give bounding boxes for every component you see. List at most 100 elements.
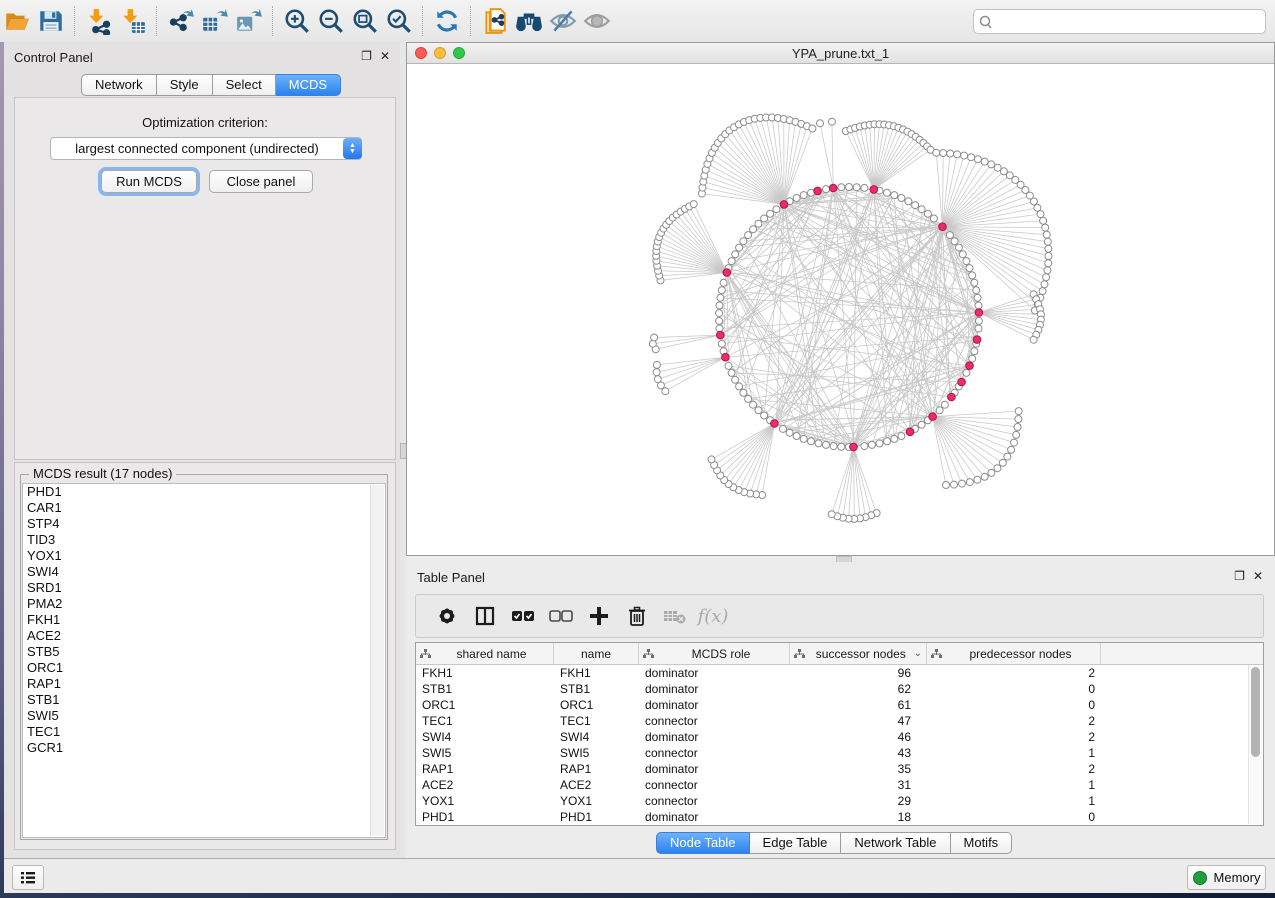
- network-hub-node[interactable]: [722, 353, 730, 361]
- network-node[interactable]: [761, 412, 768, 419]
- network-node[interactable]: [891, 192, 898, 199]
- table-row[interactable]: SWI5SWI5connector431: [416, 745, 1263, 761]
- network-node[interactable]: [905, 198, 912, 205]
- network-canvas[interactable]: [407, 64, 1274, 555]
- network-node[interactable]: [974, 156, 981, 163]
- mcds-result-item[interactable]: CAR1: [23, 500, 385, 516]
- network-node[interactable]: [654, 376, 661, 383]
- network-node[interactable]: [1014, 424, 1021, 431]
- network-hub-node[interactable]: [780, 201, 788, 209]
- network-node[interactable]: [846, 184, 853, 191]
- function-builder-icon[interactable]: f(x): [694, 599, 732, 633]
- network-node[interactable]: [1037, 211, 1044, 218]
- delete-column-icon[interactable]: [618, 599, 656, 633]
- network-node[interactable]: [1043, 274, 1050, 281]
- network-node[interactable]: [975, 325, 982, 332]
- network-node[interactable]: [1045, 245, 1052, 252]
- network-node[interactable]: [1042, 224, 1049, 231]
- network-node[interactable]: [1013, 431, 1020, 438]
- refresh-icon[interactable]: [430, 4, 464, 38]
- network-node[interactable]: [755, 220, 762, 227]
- network-node[interactable]: [750, 401, 757, 408]
- network-node[interactable]: [740, 389, 747, 396]
- table-row[interactable]: PHD1PHD1dominator180: [416, 809, 1263, 825]
- network-node[interactable]: [988, 161, 995, 168]
- mcds-result-item[interactable]: PHD1: [23, 484, 385, 500]
- network-node[interactable]: [959, 480, 966, 487]
- network-node[interactable]: [974, 294, 981, 301]
- network-node[interactable]: [800, 435, 807, 442]
- open-session-icon[interactable]: [0, 4, 34, 38]
- network-node[interactable]: [1039, 288, 1046, 295]
- network-hub-node[interactable]: [948, 393, 956, 401]
- network-node[interactable]: [1015, 416, 1022, 423]
- network-node[interactable]: [918, 421, 925, 428]
- network-hub-node[interactable]: [929, 413, 937, 421]
- minimize-window-button[interactable]: [434, 47, 446, 59]
- column-header-predecessor-nodes[interactable]: predecessor nodes: [927, 643, 1101, 664]
- network-hub-node[interactable]: [723, 269, 731, 277]
- network-file-icon[interactable]: [478, 4, 512, 38]
- task-history-button[interactable]: [12, 865, 44, 890]
- network-node[interactable]: [1043, 231, 1050, 238]
- network-hub-node[interactable]: [906, 428, 914, 436]
- network-node[interactable]: [708, 456, 715, 463]
- network-node[interactable]: [988, 469, 995, 476]
- list-scrollbar[interactable]: [370, 485, 384, 836]
- mcds-result-item[interactable]: SWI5: [23, 708, 385, 724]
- table-row[interactable]: RAP1RAP1dominator352: [416, 761, 1263, 777]
- network-node[interactable]: [951, 238, 958, 245]
- network-node[interactable]: [961, 152, 968, 159]
- close-panel-icon[interactable]: ✕: [380, 49, 390, 63]
- tab-select[interactable]: Select: [213, 74, 276, 96]
- float-panel-icon[interactable]: ❐: [1234, 569, 1245, 583]
- close-window-button[interactable]: [415, 47, 427, 59]
- network-node[interactable]: [1041, 281, 1048, 288]
- network-node[interactable]: [999, 459, 1006, 466]
- network-node[interactable]: [651, 334, 658, 341]
- column-header-successor-nodes[interactable]: successor nodes⌄: [790, 643, 927, 664]
- network-node[interactable]: [718, 340, 725, 347]
- mcds-result-item[interactable]: FKH1: [23, 612, 385, 628]
- mcds-result-item[interactable]: RAP1: [23, 676, 385, 692]
- close-panel-icon[interactable]: ✕: [1253, 569, 1263, 583]
- network-hub-node[interactable]: [814, 187, 822, 195]
- zoom-in-icon[interactable]: [280, 4, 314, 38]
- import-network-icon[interactable]: [82, 4, 116, 38]
- mcds-result-item[interactable]: YOX1: [23, 548, 385, 564]
- network-node[interactable]: [1008, 446, 1015, 453]
- tab-mcds[interactable]: MCDS: [276, 74, 341, 96]
- mcds-result-item[interactable]: TID3: [23, 532, 385, 548]
- network-graph[interactable]: [407, 64, 1274, 555]
- network-node[interactable]: [974, 476, 981, 483]
- hide-selected-icon[interactable]: [546, 4, 580, 38]
- select-all-checkboxes-icon[interactable]: [504, 599, 542, 633]
- network-node[interactable]: [1011, 439, 1018, 446]
- network-node[interactable]: [716, 317, 723, 324]
- mcds-result-item[interactable]: ACE2: [23, 628, 385, 644]
- network-node[interactable]: [955, 244, 962, 251]
- network-node[interactable]: [930, 215, 937, 222]
- network-node[interactable]: [975, 302, 982, 309]
- network-node[interactable]: [808, 438, 815, 445]
- network-node[interactable]: [800, 192, 807, 199]
- delete-table-icon[interactable]: [656, 599, 694, 633]
- network-node[interactable]: [817, 120, 824, 127]
- network-node[interactable]: [869, 441, 876, 448]
- mcds-result-item[interactable]: ORC1: [23, 660, 385, 676]
- deselect-all-checkboxes-icon[interactable]: [542, 599, 580, 633]
- table-row[interactable]: TEC1TEC1connector472: [416, 713, 1263, 729]
- network-node[interactable]: [969, 355, 976, 362]
- network-node[interactable]: [1044, 238, 1051, 245]
- tab-network[interactable]: Network: [81, 74, 157, 96]
- zoom-selected-icon[interactable]: [382, 4, 416, 38]
- network-node[interactable]: [898, 195, 905, 202]
- network-node[interactable]: [912, 202, 919, 209]
- network-node[interactable]: [884, 438, 891, 445]
- table-scrollbar[interactable]: [1248, 665, 1262, 824]
- network-node[interactable]: [838, 443, 845, 450]
- table-scrollbar-thumb[interactable]: [1251, 667, 1260, 757]
- network-node[interactable]: [767, 210, 774, 217]
- network-node[interactable]: [773, 206, 780, 213]
- table-row[interactable]: ACE2ACE2connector311: [416, 777, 1263, 793]
